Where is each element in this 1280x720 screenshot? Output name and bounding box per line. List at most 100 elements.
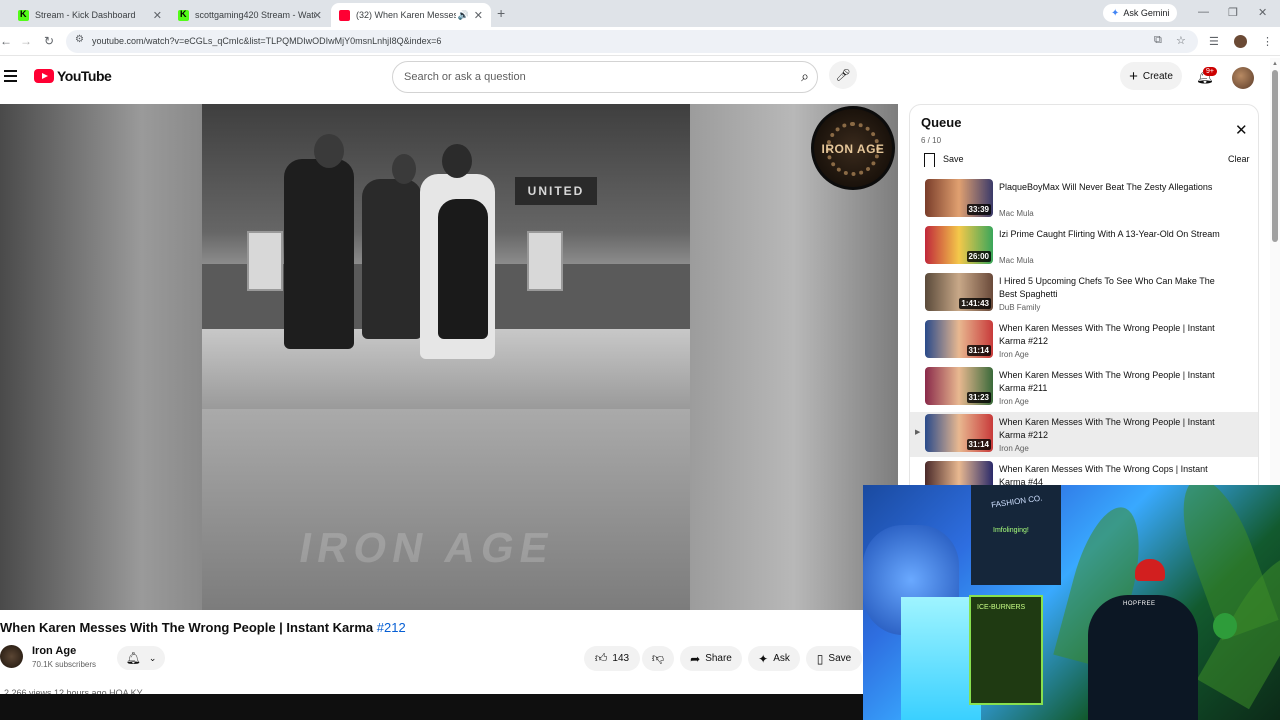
account-avatar[interactable]	[1232, 67, 1254, 89]
gemini-sparkle-icon: ✦	[1111, 7, 1120, 19]
subscription-bell-button[interactable]: 🔔︎ ⌄	[117, 646, 165, 670]
sparkle-icon: ✦	[758, 651, 769, 666]
address-bar[interactable]: ⚙ youtube.com/watch?v=eCGLs_qCmIc&list=T…	[66, 30, 1198, 53]
webcam-overlay: FASHION CO. Imfolinging! ICE-BURNERS HOP…	[863, 485, 1280, 720]
search-icon[interactable]: ⌕	[801, 68, 809, 85]
cam-person	[1088, 595, 1198, 720]
back-arrow-icon[interactable]: ←	[0, 34, 12, 48]
video-watermark: IRON AGE	[295, 524, 559, 571]
channel-avatar[interactable]	[0, 645, 23, 668]
youtube-masthead: YouTube Search or ask a question ⌕ 🎤︎ + …	[0, 56, 1280, 100]
video-duration: 31:14	[966, 345, 991, 356]
youtube-play-icon	[34, 69, 54, 83]
video-duration: 1:41:43	[959, 298, 991, 309]
maximize-icon[interactable]: ❐	[1228, 6, 1238, 19]
close-tab-icon[interactable]: ✕	[474, 9, 483, 22]
queue-item-channel[interactable]: Iron Age	[999, 350, 1029, 359]
video-player[interactable]: UNITED IRON AGE IRON AGE	[0, 104, 898, 610]
browser-toolbar: ← → ↻ ⚙ youtube.com/watch?v=eCGLs_qCmIc&…	[0, 27, 1280, 56]
queue-item-title[interactable]: When Karen Messes With The Wrong People …	[999, 369, 1224, 395]
queue-item-title[interactable]: When Karen Messes With The Wrong People …	[999, 322, 1224, 348]
audio-playing-icon[interactable]: 🔊	[458, 10, 469, 21]
video-duration: 33:39	[966, 204, 991, 215]
shirt-text: Imfolinging!	[993, 527, 1029, 534]
queue-item[interactable]: 26:00 Izi Prime Caught Flirting With A 1…	[910, 224, 1258, 269]
bookmark-star-icon[interactable]: ☆	[1176, 34, 1186, 47]
queue-item-title[interactable]: I Hired 5 Upcoming Chefs To See Who Can …	[999, 275, 1224, 301]
video-thumbnail[interactable]: 1:41:43	[925, 273, 993, 311]
scroll-up-icon[interactable]: ▲	[1272, 61, 1278, 67]
browser-tab-youtube[interactable]: (32) When Karen Messes W 🔊 ✕	[331, 3, 491, 27]
queue-item-title[interactable]: PlaqueBoyMax Will Never Beat The Zesty A…	[999, 181, 1224, 194]
queue-panel: Queue 6 / 10 ✕ Save Clear 33:39 PlaqueBo…	[909, 104, 1259, 490]
bookmark-icon[interactable]	[924, 153, 935, 167]
bookmark-icon: ▯	[816, 651, 824, 666]
create-button[interactable]: + Create	[1120, 62, 1182, 90]
notification-badge: 9+	[1203, 67, 1217, 76]
video-title: When Karen Messes With The Wrong People …	[0, 620, 406, 635]
browser-tab-kick-dashboard[interactable]: Stream - Kick Dashboard ✕	[10, 3, 170, 27]
site-info-icon[interactable]: ⚙	[75, 34, 84, 45]
video-thumbnail[interactable]: 31:23	[925, 367, 993, 405]
browser-tab-strip: Stream - Kick Dashboard ✕ scottgaming420…	[0, 0, 1280, 27]
tab-title: scottgaming420 Stream - Watc	[195, 10, 315, 20]
queue-position: 6 / 10	[921, 136, 942, 145]
queue-item[interactable]: 1:41:43 I Hired 5 Upcoming Chefs To See …	[910, 271, 1258, 316]
channel-logo-overlay: IRON AGE	[811, 106, 895, 190]
queue-item-title[interactable]: Izi Prime Caught Flirting With A 13-Year…	[999, 228, 1224, 241]
close-tab-icon[interactable]: ✕	[153, 9, 162, 22]
ask-gemini-button[interactable]: ✦ Ask Gemini	[1103, 4, 1178, 22]
dislike-button[interactable]: 👎︎	[642, 646, 674, 671]
video-thumbnail[interactable]: 26:00	[925, 226, 993, 264]
youtube-icon	[339, 9, 350, 21]
forward-arrow-icon[interactable]: →	[20, 34, 32, 48]
channel-name[interactable]: Iron Age	[32, 645, 76, 657]
youtube-logo[interactable]: YouTube	[34, 68, 112, 84]
video-thumbnail[interactable]: 31:14	[925, 414, 993, 452]
video-thumbnail[interactable]: 33:39	[925, 179, 993, 217]
minimize-icon[interactable]: —	[1198, 6, 1209, 18]
scene-head	[392, 154, 416, 184]
hamburger-menu-icon[interactable]	[4, 70, 17, 82]
queue-item[interactable]: 31:14 When Karen Messes With The Wrong P…	[910, 318, 1258, 363]
browser-menu-icon[interactable]: ⋮	[1262, 35, 1273, 48]
queue-item-channel[interactable]: DuB Family	[999, 303, 1040, 312]
ask-button[interactable]: ✦ Ask	[748, 646, 800, 671]
queue-item-channel[interactable]: Iron Age	[999, 444, 1029, 453]
create-label: Create	[1142, 70, 1173, 82]
search-input[interactable]: Search or ask a question ⌕	[392, 61, 818, 93]
queue-item[interactable]: 31:23 When Karen Messes With The Wrong P…	[910, 365, 1258, 410]
install-app-icon[interactable]: ⧉	[1154, 34, 1162, 47]
new-tab-button[interactable]: +	[497, 5, 505, 21]
video-hashtag[interactable]: #212	[377, 620, 406, 635]
url-text[interactable]: youtube.com/watch?v=eCGLs_qCmIc&list=TLP…	[92, 36, 441, 46]
queue-save-button[interactable]: Save	[943, 154, 964, 164]
save-label: Save	[828, 653, 852, 664]
queue-item[interactable]: 33:39 PlaqueBoyMax Will Never Beat The Z…	[910, 177, 1258, 222]
close-queue-icon[interactable]: ✕	[1235, 121, 1248, 139]
share-button[interactable]: ➦ Share	[680, 646, 742, 671]
ask-label: Ask	[773, 653, 790, 664]
browser-tab-kick-stream[interactable]: scottgaming420 Stream - Watc ✕	[170, 3, 330, 27]
cam-hat-text: HOPFREE	[1123, 601, 1156, 607]
reading-list-icon[interactable]: ☰	[1209, 35, 1219, 48]
browser-profile-avatar[interactable]	[1234, 35, 1247, 48]
close-window-icon[interactable]: ✕	[1258, 6, 1267, 19]
queue-item-channel[interactable]: Mac Mula	[999, 256, 1034, 265]
queue-item-now-playing[interactable]: ▶ 31:14 When Karen Messes With The Wrong…	[910, 412, 1258, 457]
queue-item-title[interactable]: When Karen Messes With The Wrong People …	[999, 416, 1224, 442]
microphone-icon[interactable]: 🎤︎	[829, 61, 857, 89]
queue-item-channel[interactable]: Mac Mula	[999, 209, 1034, 218]
save-button[interactable]: ▯ Save	[806, 646, 862, 671]
video-duration: 31:23	[966, 392, 991, 403]
search-placeholder: Search or ask a question	[404, 71, 526, 83]
queue-clear-button[interactable]: Clear	[1228, 154, 1250, 164]
reload-icon[interactable]: ↻	[44, 34, 54, 48]
thumbs-down-icon: 👎︎	[651, 651, 665, 665]
channel-logo-text: IRON AGE	[821, 142, 885, 156]
scrollbar-thumb[interactable]	[1272, 70, 1278, 242]
queue-item-channel[interactable]: Iron Age	[999, 397, 1029, 406]
close-tab-icon[interactable]: ✕	[313, 9, 322, 22]
like-button[interactable]: 👍︎ 143	[584, 646, 640, 671]
video-thumbnail[interactable]: 31:14	[925, 320, 993, 358]
